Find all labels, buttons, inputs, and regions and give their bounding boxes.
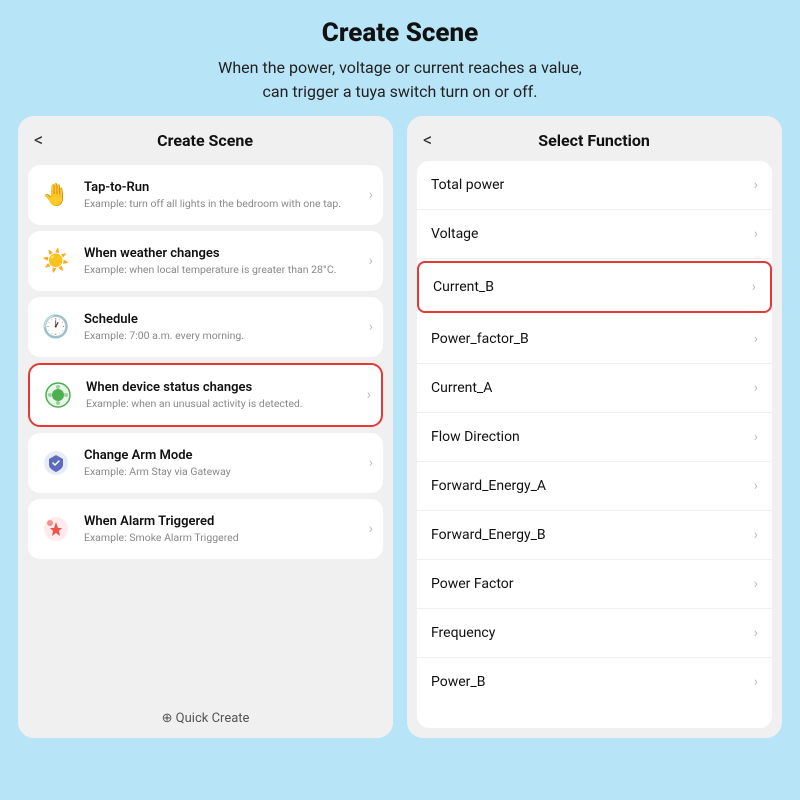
forward-energy-a-arrow: ›	[754, 478, 758, 494]
power-factor-b-label: Power_factor_B	[431, 331, 754, 347]
arm-mode-subtitle: Example: Arm Stay via Gateway	[84, 465, 365, 479]
arm-mode-arrow: ›	[369, 455, 373, 471]
arm-mode-icon	[38, 445, 74, 481]
device-status-subtitle: Example: when an unusual activity is det…	[86, 397, 363, 411]
current-b-arrow: ›	[752, 279, 756, 295]
current-b-label: Current_B	[433, 279, 752, 295]
function-item-frequency[interactable]: Frequency ›	[417, 609, 772, 658]
weather-icon: ☀️	[38, 243, 74, 279]
function-list: Total power › Voltage › Current_B › Powe…	[417, 161, 772, 728]
function-item-flow-direction[interactable]: Flow Direction ›	[417, 413, 772, 462]
device-status-arrow: ›	[367, 387, 371, 403]
device-status-text: When device status changes Example: when…	[86, 380, 363, 411]
tap-icon: 🤚	[38, 177, 74, 213]
function-item-current-a[interactable]: Current_A ›	[417, 364, 772, 413]
menu-item-alarm[interactable]: When Alarm Triggered Example: Smoke Alar…	[28, 499, 383, 559]
power-factor-label: Power Factor	[431, 576, 754, 592]
schedule-title: Schedule	[84, 312, 365, 327]
right-panel-header: < Select Function	[407, 116, 782, 161]
voltage-arrow: ›	[754, 226, 758, 242]
flow-direction-label: Flow Direction	[431, 429, 754, 445]
left-panel-header: < Create Scene	[18, 116, 393, 161]
current-a-label: Current_A	[431, 380, 754, 396]
function-item-forward-energy-a[interactable]: Forward_Energy_A ›	[417, 462, 772, 511]
right-panel: < Select Function Total power › Voltage …	[407, 116, 782, 738]
function-item-current-b[interactable]: Current_B ›	[417, 261, 772, 313]
right-back-button[interactable]: <	[423, 130, 432, 151]
panels-container: < Create Scene 🤚 Tap-to-Run Example: tur…	[0, 116, 800, 756]
schedule-icon: 🕐	[38, 309, 74, 345]
frequency-label: Frequency	[431, 625, 754, 641]
alarm-subtitle: Example: Smoke Alarm Triggered	[84, 531, 365, 545]
device-status-title: When device status changes	[86, 380, 363, 395]
alarm-text: When Alarm Triggered Example: Smoke Alar…	[84, 514, 365, 545]
menu-item-schedule[interactable]: 🕐 Schedule Example: 7:00 a.m. every morn…	[28, 297, 383, 357]
total-power-arrow: ›	[754, 177, 758, 193]
current-a-arrow: ›	[754, 380, 758, 396]
function-item-total-power[interactable]: Total power ›	[417, 161, 772, 210]
menu-item-tap-to-run[interactable]: 🤚 Tap-to-Run Example: turn off all light…	[28, 165, 383, 225]
tap-to-run-arrow: ›	[369, 187, 373, 203]
function-item-power-factor[interactable]: Power Factor ›	[417, 560, 772, 609]
quick-create-button[interactable]: ⊕ Quick Create	[18, 699, 393, 738]
weather-arrow: ›	[369, 253, 373, 269]
voltage-label: Voltage	[431, 226, 754, 242]
flow-direction-arrow: ›	[754, 429, 758, 445]
alarm-arrow: ›	[369, 521, 373, 537]
forward-energy-b-arrow: ›	[754, 527, 758, 543]
alarm-title: When Alarm Triggered	[84, 514, 365, 529]
power-factor-b-arrow: ›	[754, 331, 758, 347]
menu-item-weather[interactable]: ☀️ When weather changes Example: when lo…	[28, 231, 383, 291]
tap-to-run-title: Tap-to-Run	[84, 180, 365, 195]
left-back-button[interactable]: <	[34, 130, 43, 151]
power-b-label: Power_B	[431, 674, 754, 690]
frequency-arrow: ›	[754, 625, 758, 641]
function-item-voltage[interactable]: Voltage ›	[417, 210, 772, 259]
arm-mode-title: Change Arm Mode	[84, 448, 365, 463]
weather-subtitle: Example: when local temperature is great…	[84, 263, 365, 277]
total-power-label: Total power	[431, 177, 754, 193]
schedule-arrow: ›	[369, 319, 373, 335]
schedule-text: Schedule Example: 7:00 a.m. every mornin…	[84, 312, 365, 343]
forward-energy-a-label: Forward_Energy_A	[431, 478, 754, 494]
function-item-power-factor-b[interactable]: Power_factor_B ›	[417, 315, 772, 364]
function-item-forward-energy-b[interactable]: Forward_Energy_B ›	[417, 511, 772, 560]
function-item-power-b[interactable]: Power_B ›	[417, 658, 772, 706]
device-status-icon	[40, 377, 76, 413]
power-b-arrow: ›	[754, 674, 758, 690]
menu-item-arm-mode[interactable]: Change Arm Mode Example: Arm Stay via Ga…	[28, 433, 383, 493]
menu-list: 🤚 Tap-to-Run Example: turn off all light…	[18, 161, 393, 699]
tap-to-run-subtitle: Example: turn off all lights in the bedr…	[84, 197, 365, 211]
power-factor-arrow: ›	[754, 576, 758, 592]
alarm-icon	[38, 511, 74, 547]
arm-mode-text: Change Arm Mode Example: Arm Stay via Ga…	[84, 448, 365, 479]
weather-text: When weather changes Example: when local…	[84, 246, 365, 277]
left-panel: < Create Scene 🤚 Tap-to-Run Example: tur…	[18, 116, 393, 738]
right-panel-title: Select Function	[442, 131, 746, 150]
menu-item-device-status[interactable]: When device status changes Example: when…	[28, 363, 383, 427]
forward-energy-b-label: Forward_Energy_B	[431, 527, 754, 543]
schedule-subtitle: Example: 7:00 a.m. every morning.	[84, 329, 365, 343]
page-header: Create Scene When the power, voltage or …	[0, 0, 800, 116]
left-panel-title: Create Scene	[53, 131, 357, 150]
page-title: Create Scene	[40, 18, 760, 48]
weather-title: When weather changes	[84, 246, 365, 261]
page-subtitle: When the power, voltage or current reach…	[40, 56, 760, 104]
tap-to-run-text: Tap-to-Run Example: turn off all lights …	[84, 180, 365, 211]
